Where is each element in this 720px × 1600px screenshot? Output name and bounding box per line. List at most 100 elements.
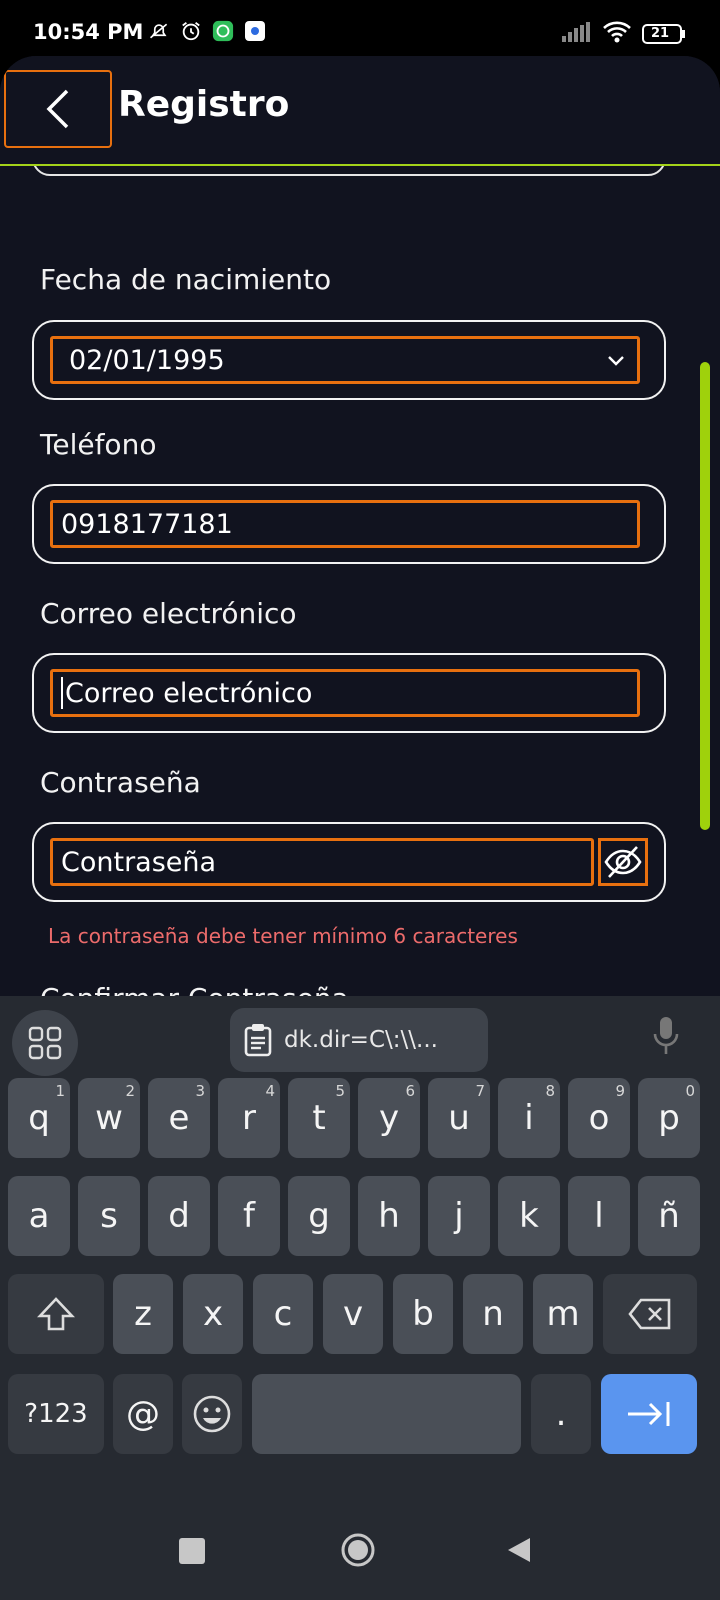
- space-key[interactable]: [252, 1374, 521, 1454]
- key-j[interactable]: j: [428, 1176, 490, 1256]
- eye-off-icon: [604, 846, 642, 878]
- status-bar: 10:54 PM 21: [0, 0, 720, 56]
- microphone-icon: [653, 1017, 679, 1054]
- recents-button[interactable]: [179, 1538, 205, 1564]
- shift-key[interactable]: [8, 1274, 104, 1354]
- previous-field[interactable]: [32, 166, 666, 176]
- registration-form: Fecha de nacimiento 02/01/1995 Teléfono …: [0, 166, 720, 996]
- phone-value: 0918177181: [61, 508, 233, 540]
- chevron-down-icon: [608, 356, 624, 366]
- key-label: y: [378, 1098, 400, 1138]
- back-nav-button[interactable]: [506, 1536, 532, 1568]
- key-r[interactable]: r4: [218, 1078, 280, 1158]
- key-d[interactable]: d: [148, 1176, 210, 1256]
- next-key[interactable]: [601, 1374, 697, 1454]
- password-field: Contraseña: [32, 822, 666, 902]
- key-label: o: [588, 1098, 610, 1138]
- key-s[interactable]: s: [78, 1176, 140, 1256]
- key-label: r: [242, 1098, 256, 1138]
- scrollbar[interactable]: [700, 362, 710, 830]
- battery-level: 21: [651, 26, 670, 41]
- phone-input[interactable]: 0918177181: [50, 500, 640, 548]
- toggle-password-visibility-button[interactable]: [598, 838, 648, 886]
- key-p[interactable]: p0: [638, 1078, 700, 1158]
- key-label: i: [524, 1098, 534, 1138]
- key-hint: 1: [55, 1082, 65, 1100]
- chevron-left-icon: [46, 89, 69, 129]
- key-ñ[interactable]: ñ: [638, 1176, 700, 1256]
- birthdate-value: 02/01/1995: [69, 344, 225, 376]
- key-q[interactable]: q1: [8, 1078, 70, 1158]
- key-label: w: [95, 1098, 123, 1138]
- back-button[interactable]: [4, 70, 112, 148]
- key-hint: 7: [475, 1082, 485, 1100]
- key-c[interactable]: c: [253, 1274, 313, 1354]
- home-circle-icon: [341, 1533, 375, 1567]
- key-k[interactable]: k: [498, 1176, 560, 1256]
- key-h[interactable]: h: [358, 1176, 420, 1256]
- backspace-icon: [628, 1298, 671, 1330]
- key-g[interactable]: g: [288, 1176, 350, 1256]
- key-x[interactable]: x: [183, 1274, 243, 1354]
- key-a[interactable]: a: [8, 1176, 70, 1256]
- key-hint: 8: [545, 1082, 555, 1100]
- at-key[interactable]: @: [113, 1374, 173, 1454]
- key-v[interactable]: v: [323, 1274, 383, 1354]
- email-placeholder: Correo electrónico: [65, 677, 313, 709]
- key-b[interactable]: b: [393, 1274, 453, 1354]
- password-placeholder: Contraseña: [61, 846, 217, 878]
- backspace-key[interactable]: [603, 1274, 697, 1354]
- apps-grid-icon: [28, 1026, 62, 1060]
- email-label: Correo electrónico: [40, 597, 297, 630]
- shift-icon: [37, 1297, 75, 1331]
- key-label: q: [28, 1098, 50, 1138]
- symbols-key[interactable]: ?123: [8, 1374, 104, 1454]
- key-t[interactable]: t5: [288, 1078, 350, 1158]
- home-button[interactable]: [340, 1532, 376, 1568]
- password-label: Contraseña: [40, 766, 201, 799]
- key-hint: 3: [195, 1082, 205, 1100]
- clipboard-icon: [244, 1024, 272, 1057]
- battery-icon: 21: [642, 23, 686, 45]
- key-w[interactable]: w2: [78, 1078, 140, 1158]
- password-error: La contraseña debe tener mínimo 6 caract…: [48, 924, 518, 948]
- period-key[interactable]: .: [531, 1374, 591, 1454]
- key-u[interactable]: u7: [428, 1078, 490, 1158]
- email-input[interactable]: Correo electrónico: [50, 669, 640, 717]
- key-e[interactable]: e3: [148, 1078, 210, 1158]
- phone-field: 0918177181: [32, 484, 666, 564]
- navigation-bar: [0, 1510, 720, 1600]
- key-z[interactable]: z: [113, 1274, 173, 1354]
- tab-next-icon: [628, 1402, 670, 1426]
- clipboard-suggestion[interactable]: dk.dir=C\:\\...: [230, 1008, 488, 1072]
- key-i[interactable]: i8: [498, 1078, 560, 1158]
- alarm-icon: [180, 20, 202, 42]
- birthdate-select[interactable]: 02/01/1995: [50, 336, 640, 384]
- key-hint: 4: [265, 1082, 275, 1100]
- emoji-icon: [193, 1395, 231, 1433]
- key-l[interactable]: l: [568, 1176, 630, 1256]
- key-f[interactable]: f: [218, 1176, 280, 1256]
- keyboard-menu-button[interactable]: [12, 1010, 78, 1076]
- phone-label: Teléfono: [40, 428, 157, 461]
- birthdate-label: Fecha de nacimiento: [40, 263, 332, 296]
- key-n[interactable]: n: [463, 1274, 523, 1354]
- app-icon: [244, 20, 266, 42]
- app-screen: Registro Fecha de nacimiento 02/01/1995 …: [0, 56, 720, 996]
- clipboard-text: dk.dir=C\:\\...: [284, 1027, 438, 1053]
- key-hint: 2: [125, 1082, 135, 1100]
- signal-icon: [562, 22, 592, 46]
- key-label: u: [448, 1098, 470, 1138]
- key-label: e: [168, 1098, 190, 1138]
- password-input[interactable]: Contraseña: [50, 838, 594, 886]
- key-m[interactable]: m: [533, 1274, 593, 1354]
- voice-input-button[interactable]: [652, 1016, 680, 1060]
- text-cursor: [61, 677, 63, 709]
- emoji-key[interactable]: [182, 1374, 242, 1454]
- birthdate-field: 02/01/1995: [32, 320, 666, 400]
- key-label: t: [312, 1098, 326, 1138]
- key-o[interactable]: o9: [568, 1078, 630, 1158]
- key-label: p: [658, 1098, 680, 1138]
- whatsapp-icon: [212, 20, 234, 42]
- key-y[interactable]: y6: [358, 1078, 420, 1158]
